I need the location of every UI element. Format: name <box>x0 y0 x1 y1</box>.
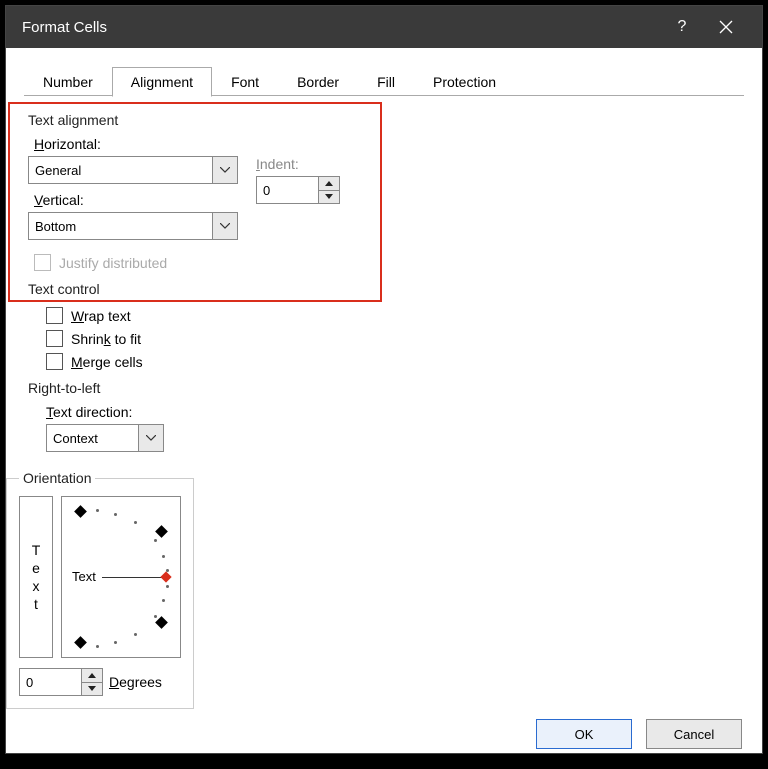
chevron-down-icon <box>220 223 230 229</box>
wrap-text-checkbox[interactable] <box>46 307 63 324</box>
text-direction-combo-button[interactable] <box>138 424 164 452</box>
horizontal-label: Horizontal: <box>34 136 238 152</box>
chevron-down-icon <box>146 435 156 441</box>
text-alignment-group: Text alignment Horizontal: General Verti… <box>28 112 384 281</box>
degrees-input[interactable] <box>19 668 81 696</box>
triangle-up-icon <box>88 673 96 678</box>
close-icon <box>719 20 733 34</box>
shrink-row[interactable]: Shrink to fit <box>46 330 384 347</box>
tab-content: Text alignment Horizontal: General Verti… <box>6 96 762 705</box>
triangle-down-icon <box>88 686 96 691</box>
titlebar: Format Cells ? <box>6 6 762 48</box>
justify-distributed-row: Justify distributed <box>34 254 238 271</box>
triangle-up-icon <box>325 181 333 186</box>
merge-row[interactable]: Merge cells <box>46 353 384 370</box>
merge-checkbox[interactable] <box>46 353 63 370</box>
horizontal-combo-button[interactable] <box>212 156 238 184</box>
text-direction-label: Text direction: <box>46 404 384 420</box>
indent-input[interactable] <box>256 176 318 204</box>
orientation-legend: Orientation <box>19 470 95 486</box>
chevron-down-icon <box>220 167 230 173</box>
tab-font[interactable]: Font <box>212 67 278 97</box>
degrees-spinner[interactable] <box>19 668 103 696</box>
tab-bar: Number Alignment Font Border Fill Protec… <box>6 48 762 96</box>
tab-border[interactable]: Border <box>278 67 358 97</box>
vertical-combo[interactable]: Bottom <box>28 212 238 240</box>
orientation-dial[interactable]: Text <box>61 496 181 658</box>
tab-protection[interactable]: Protection <box>414 67 515 97</box>
indent-down-button[interactable] <box>319 191 339 204</box>
vertical-combo-button[interactable] <box>212 212 238 240</box>
dialog-title: Format Cells <box>22 19 660 36</box>
dialog-footer: OK Cancel <box>6 705 762 769</box>
justify-distributed-label: Justify distributed <box>59 255 167 271</box>
dial-handle[interactable] <box>160 571 171 582</box>
format-cells-dialog: Format Cells ? Number Alignment Font Bor… <box>6 6 762 753</box>
orientation-vertical-button[interactable]: T e x t <box>19 496 53 658</box>
indent-up-button[interactable] <box>319 177 339 191</box>
tab-alignment[interactable]: Alignment <box>112 67 212 97</box>
help-button[interactable]: ? <box>660 6 704 48</box>
horizontal-combo[interactable]: General <box>28 156 238 184</box>
tab-number[interactable]: Number <box>24 67 112 97</box>
vertical-value: Bottom <box>28 212 216 240</box>
text-direction-combo[interactable]: Context <box>46 424 164 452</box>
degrees-label: Degrees <box>109 674 162 690</box>
shrink-label: Shrink to fit <box>71 331 141 347</box>
indent-label: Indent: <box>256 156 376 172</box>
cancel-button[interactable]: Cancel <box>646 719 742 749</box>
tab-fill[interactable]: Fill <box>358 67 414 97</box>
ok-button[interactable]: OK <box>536 719 632 749</box>
triangle-down-icon <box>325 194 333 199</box>
rtl-legend: Right-to-left <box>28 380 100 396</box>
indent-spinner[interactable] <box>256 176 376 204</box>
wrap-text-row[interactable]: Wrap text <box>46 307 384 324</box>
wrap-text-label: Wrap text <box>71 308 131 324</box>
text-control-group: Text control Wrap text Shrink to fit Mer… <box>28 281 384 380</box>
degrees-up-button[interactable] <box>82 669 102 683</box>
orientation-group: Orientation T e x t <box>6 470 194 709</box>
justify-distributed-checkbox <box>34 254 51 271</box>
degrees-down-button[interactable] <box>82 683 102 696</box>
text-control-legend: Text control <box>28 281 100 297</box>
horizontal-value: General <box>28 156 216 184</box>
dial-text-label: Text <box>72 569 96 584</box>
shrink-checkbox[interactable] <box>46 330 63 347</box>
vertical-label: Vertical: <box>34 192 238 208</box>
close-button[interactable] <box>704 6 748 48</box>
merge-label: Merge cells <box>71 354 143 370</box>
rtl-group: Right-to-left Text direction: Context <box>28 380 384 456</box>
text-alignment-legend: Text alignment <box>28 112 118 128</box>
